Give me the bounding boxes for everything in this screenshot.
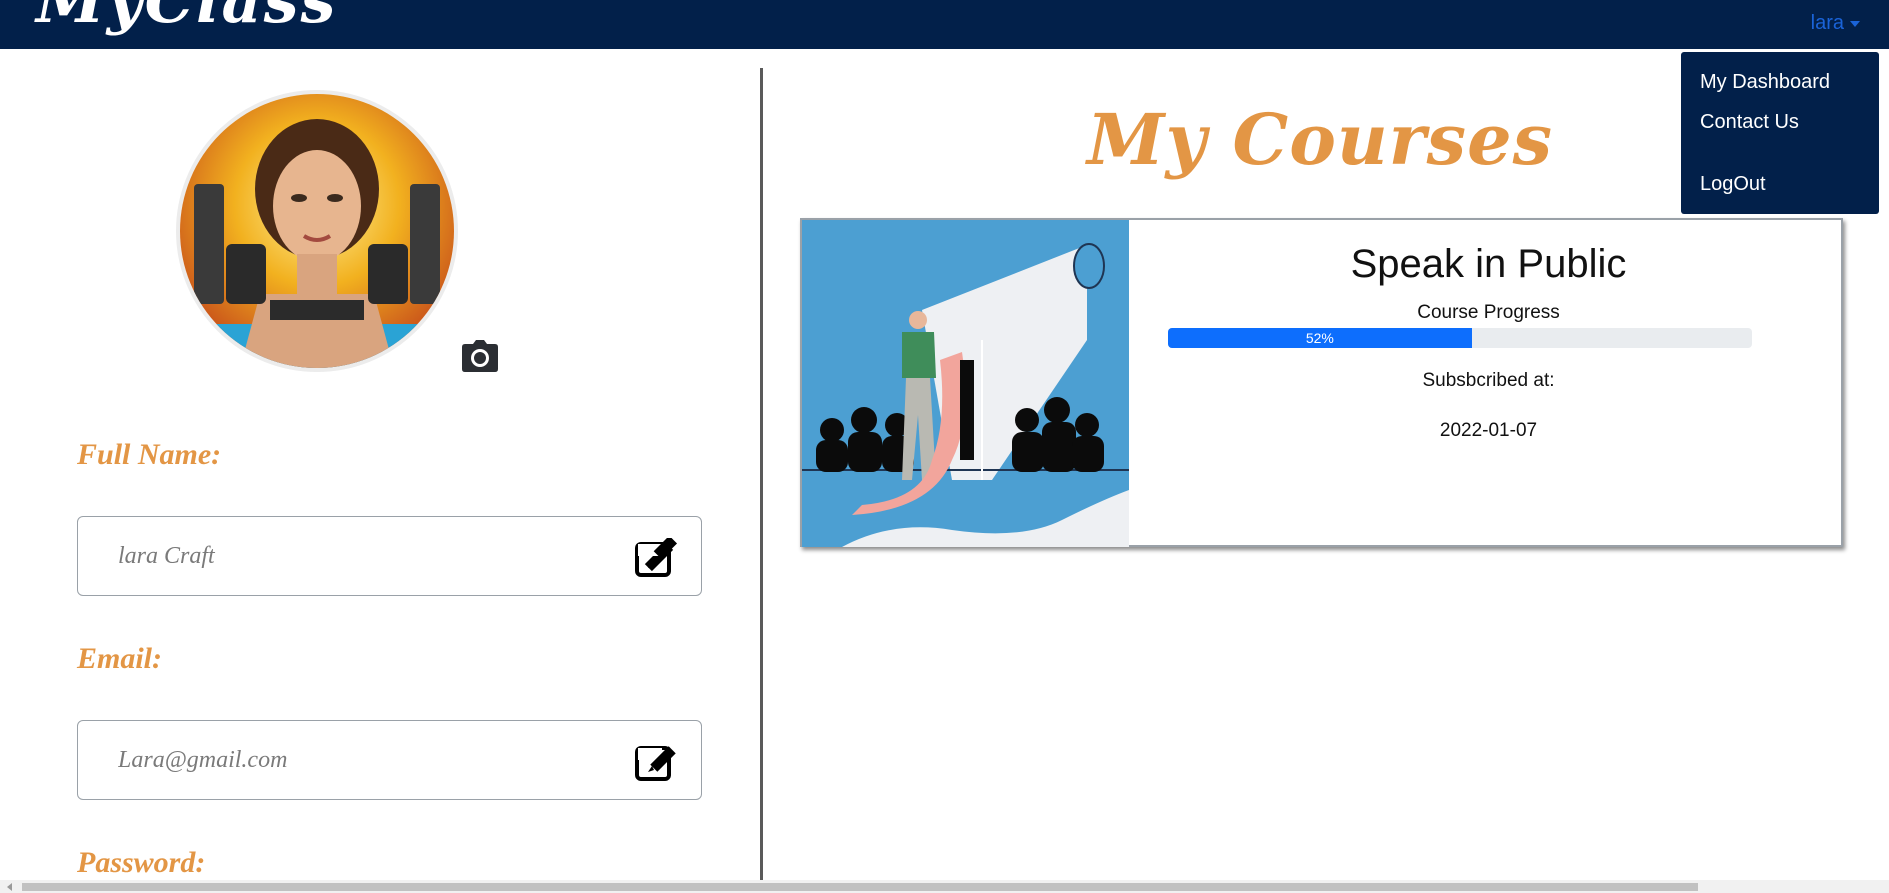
menu-item-my-dashboard[interactable]: My Dashboard [1700,71,1830,94]
course-title[interactable]: Speak in Public [1132,242,1845,287]
menu-item-contact-us[interactable]: Contact Us [1700,111,1799,134]
course-card[interactable]: Speak in Public Course Progress 52% Subs… [800,218,1843,547]
edit-icon[interactable] [634,742,678,782]
menu-item-logout[interactable]: LogOut [1700,173,1766,196]
full-name-input[interactable] [116,535,580,577]
email-label: Email: [77,642,163,675]
brand-logo[interactable]: MyClass [36,0,338,32]
horizontal-scrollbar[interactable] [0,880,1889,893]
full-name-field-box [77,516,702,596]
progress-bar: 52% [1168,328,1752,348]
course-progress-label: Course Progress [1417,302,1560,323]
progress-bar-fill: 52% [1168,328,1472,348]
password-label: Password: [77,846,206,879]
vertical-divider [760,68,763,880]
avatar [176,90,458,372]
user-dropdown-menu: My Dashboard Contact Us LogOut [1681,52,1879,214]
subscribed-date: 2022-01-07 [1439,420,1538,441]
camera-icon[interactable] [460,338,500,374]
course-thumbnail [802,220,1129,547]
scrollbar-thumb[interactable] [22,883,1698,891]
email-field-box [77,720,702,800]
subscribed-label: Subsbcribed at: [1422,370,1555,391]
caret-down-icon[interactable] [1850,20,1860,27]
email-input[interactable] [116,739,580,781]
edit-icon[interactable] [634,535,678,578]
user-name[interactable]: lara [1811,12,1844,34]
full-name-label: Full Name: [77,438,222,471]
top-navbar: MyClass lara [0,0,1889,49]
scroll-left-arrow-icon[interactable] [7,883,12,891]
page-title: My Courses [1086,98,1554,181]
user-menu-toggle[interactable]: lara [1811,12,1860,35]
